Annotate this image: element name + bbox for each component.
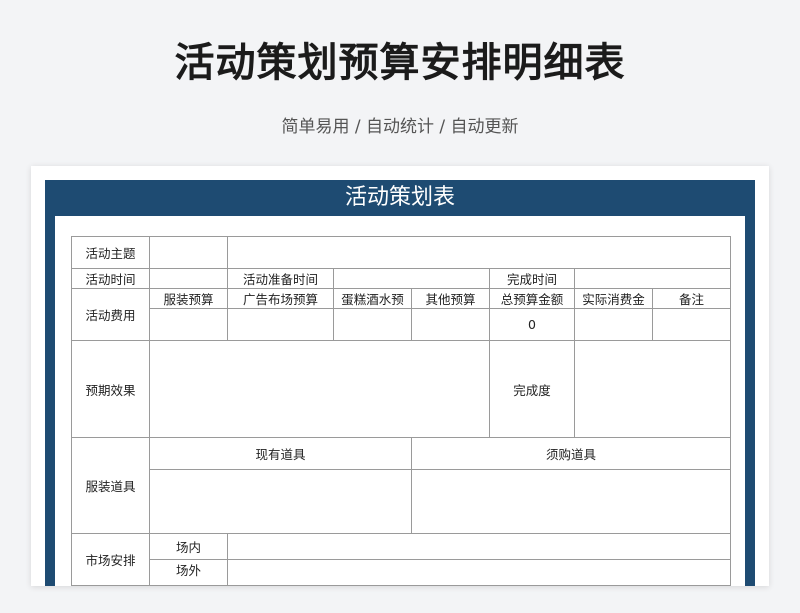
- budget-total-value: 0: [489, 308, 575, 341]
- budget-actual-value[interactable]: [574, 308, 653, 341]
- sheet-card: 活动策划表 活动主题 活动时间 活动准备时间 完成时间 活动费用 服装预算 广告…: [31, 166, 769, 586]
- needed-props-value[interactable]: [411, 469, 731, 534]
- prep-time-value[interactable]: [333, 268, 490, 289]
- outdoor-value[interactable]: [227, 559, 731, 586]
- finish-time-label: 完成时间: [489, 268, 575, 289]
- expected-label: 预期效果: [71, 340, 150, 438]
- time-value[interactable]: [149, 268, 228, 289]
- cost-label: 活动费用: [71, 288, 150, 341]
- finish-time-value[interactable]: [574, 268, 731, 289]
- needed-props-label: 须购道具: [411, 437, 731, 470]
- budget-other-value[interactable]: [411, 308, 490, 341]
- page-title: 活动策划预算安排明细表: [174, 40, 626, 86]
- budget-header-notes: 备注: [652, 288, 731, 309]
- prep-time-label: 活动准备时间: [227, 268, 334, 289]
- plan-table: 活动主题 活动时间 活动准备时间 完成时间 活动费用 服装预算 广告布场预算 蛋…: [71, 236, 731, 586]
- budget-cake-value[interactable]: [333, 308, 412, 341]
- budget-header-other: 其他预算: [411, 288, 490, 309]
- sheet-body: 活动主题 活动时间 活动准备时间 完成时间 活动费用 服装预算 广告布场预算 蛋…: [55, 216, 745, 586]
- budget-header-ads: 广告布场预算: [227, 288, 334, 309]
- budget-header-actual: 实际消费金: [574, 288, 653, 309]
- budget-notes-value[interactable]: [652, 308, 731, 341]
- budget-clothing-value[interactable]: [149, 308, 228, 341]
- theme-cell-a[interactable]: [149, 236, 228, 269]
- indoor-value[interactable]: [227, 533, 731, 560]
- completion-label: 完成度: [489, 340, 575, 438]
- budget-header-total: 总预算金额: [489, 288, 575, 309]
- props-label: 服装道具: [71, 437, 150, 534]
- budget-header-cake: 蛋糕酒水预: [333, 288, 412, 309]
- budget-header-clothing: 服装预算: [149, 288, 228, 309]
- existing-props-label: 现有道具: [149, 437, 412, 470]
- budget-ads-value[interactable]: [227, 308, 334, 341]
- expected-value[interactable]: [149, 340, 490, 438]
- existing-props-value[interactable]: [149, 469, 412, 534]
- sheet-title: 活动策划表: [344, 185, 455, 210]
- theme-label: 活动主题: [71, 236, 150, 269]
- completion-value[interactable]: [574, 340, 731, 438]
- page-subtitle: 简单易用 / 自动统计 / 自动更新: [281, 117, 519, 137]
- indoor-label: 场内: [149, 533, 228, 560]
- sheet-frame: 活动策划表 活动主题 活动时间 活动准备时间 完成时间 活动费用 服装预算 广告…: [45, 180, 755, 586]
- theme-cell-b[interactable]: [227, 236, 731, 269]
- time-label: 活动时间: [71, 268, 150, 289]
- outdoor-label: 场外: [149, 559, 228, 586]
- venue-label: 市场安排: [71, 533, 150, 586]
